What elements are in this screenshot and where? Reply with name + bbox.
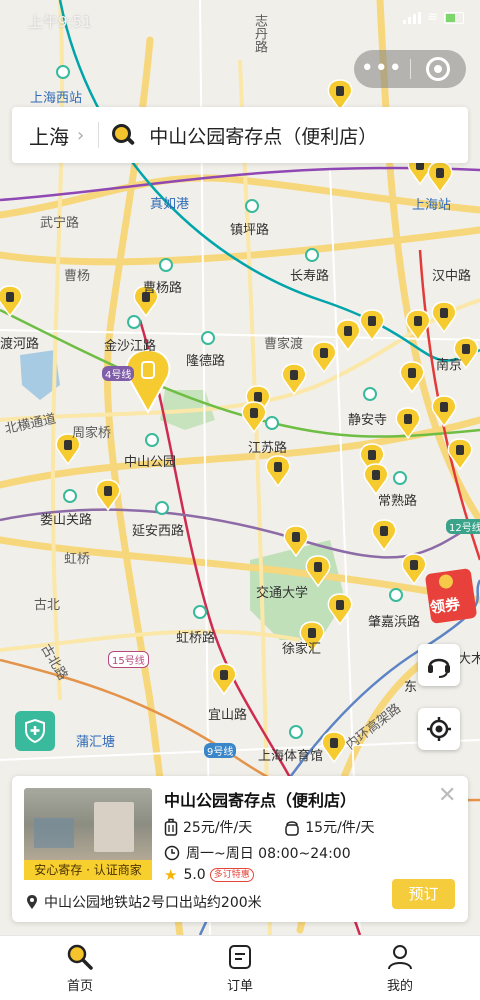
map-label: 曹杨: [64, 269, 91, 284]
map-label: 武宁路: [40, 216, 80, 231]
shield-plus-icon: [25, 718, 45, 744]
city-selector[interactable]: 上海: [29, 121, 69, 150]
map-label: 延安西路: [132, 524, 185, 539]
map-label: 镇坪路: [230, 223, 270, 238]
search-bar: 上海 › 中山公园寄存点（便利店）: [12, 107, 468, 163]
map-label: 常熟路: [378, 494, 418, 509]
location-pin-icon: [27, 895, 37, 909]
map-label: 真如港: [150, 197, 190, 212]
map-label: 中山公园: [124, 455, 177, 470]
status-icons: ≋: [403, 10, 464, 25]
price-row: 25元/件/天 15元/件/天: [164, 817, 375, 837]
map-label: 东: [404, 680, 418, 695]
map-label: 江苏路: [248, 441, 288, 456]
map-label: 静安寺: [348, 413, 388, 428]
line-badge: 12号线: [446, 519, 480, 534]
map-label: 肇嘉浜路: [368, 615, 421, 630]
status-time: 上午9:51: [28, 13, 92, 31]
close-icon[interactable]: ✕: [438, 785, 456, 807]
search-home-icon: [67, 944, 93, 970]
line-badge: 15号线: [108, 651, 149, 668]
map-label: 宜山路: [208, 708, 248, 723]
search-input[interactable]: 中山公园寄存点（便利店）: [149, 122, 377, 149]
more-button[interactable]: •••: [354, 54, 410, 84]
store-title: 中山公园寄存点（便利店）: [164, 791, 357, 810]
bag-small-icon: [285, 821, 299, 836]
search-icon: [111, 123, 135, 147]
address-row: 中山公园地铁站2号口出站约200米: [26, 892, 262, 912]
map-label: 南京: [436, 358, 463, 373]
star-icon: ★: [164, 866, 178, 884]
large-luggage-price: 25元/件/天: [183, 820, 253, 836]
hours-row: 周一~周日 08:00~24:00: [164, 843, 351, 863]
tab-profile-label: 我的: [386, 979, 413, 994]
map-label: 交通大学: [256, 586, 309, 601]
store-card[interactable]: 安心寄存 · 认证商家 中山公园寄存点（便利店） ✕ 25元/件/天 15元/件…: [12, 776, 468, 922]
map-label: 隆德路: [186, 354, 226, 369]
opening-hours: 周一~周日 08:00~24:00: [186, 846, 351, 862]
map-label: 上海西站: [30, 91, 83, 106]
headset-icon: [428, 658, 450, 678]
book-button[interactable]: 预订: [392, 879, 455, 909]
tab-home[interactable]: 首页: [0, 936, 160, 1000]
tab-bar: 首页 订单 我的: [0, 935, 480, 1000]
tab-home-label: 首页: [66, 979, 93, 994]
customer-service-button[interactable]: [418, 644, 460, 686]
map-label: 娄山关路: [40, 513, 93, 528]
locate-button[interactable]: [418, 708, 460, 750]
map-label: 古北: [34, 598, 61, 613]
tab-orders[interactable]: 订单: [160, 936, 320, 1000]
small-luggage-price: 15元/件/天: [305, 820, 375, 836]
user-icon: [388, 945, 412, 970]
map-label: 周家桥: [72, 426, 112, 441]
wifi-icon: ≋: [427, 10, 438, 25]
target-icon: [426, 57, 451, 81]
map-label: 上海体育馆: [258, 749, 324, 764]
coupon-label: 领券: [428, 594, 462, 617]
map-label: 曹杨路: [143, 281, 183, 296]
line-badge: 9号线: [204, 743, 237, 758]
map-label: 曹家渡: [264, 337, 304, 352]
crosshair-icon: [427, 717, 451, 741]
rating-value: 5.0: [183, 867, 206, 883]
clock-icon: [164, 845, 180, 861]
luggage-large-icon: [164, 818, 178, 836]
miniprogram-capsule: •••: [354, 50, 466, 88]
map-label: 汉中路: [432, 269, 472, 284]
tab-orders-label: 订单: [226, 979, 253, 994]
map-label: 虹桥路: [176, 631, 216, 646]
map-label: 大木: [458, 652, 480, 667]
promo-tag: 多订特惠: [209, 868, 254, 882]
coupon-button[interactable]: 领券: [422, 567, 480, 625]
insurance-button[interactable]: [15, 711, 55, 751]
map-label: 虹桥: [64, 552, 91, 567]
store-address: 中山公园地铁站2号口出站约200米: [44, 895, 262, 911]
map-label: 金沙江路: [104, 339, 157, 354]
order-list-icon: [229, 945, 251, 969]
rating-row: ★ 5.0 多订特惠: [164, 866, 254, 884]
certified-badge: 安心寄存 · 认证商家: [24, 860, 152, 880]
signal-icon: [403, 11, 422, 24]
close-button[interactable]: [411, 57, 467, 81]
map-label: 徐家汇: [282, 642, 322, 657]
line-badge: 4号线: [102, 366, 135, 381]
map-label: 上海站: [412, 198, 452, 213]
status-bar: 上午9:51 ≋: [0, 0, 480, 40]
tab-profile[interactable]: 我的: [320, 936, 480, 1000]
map-label: 长寿路: [290, 269, 330, 284]
battery-icon: [444, 11, 464, 24]
map-label: 渡河路: [0, 337, 40, 352]
chevron-right-icon: ›: [77, 124, 85, 146]
map-label: 蒲汇塘: [76, 735, 116, 750]
